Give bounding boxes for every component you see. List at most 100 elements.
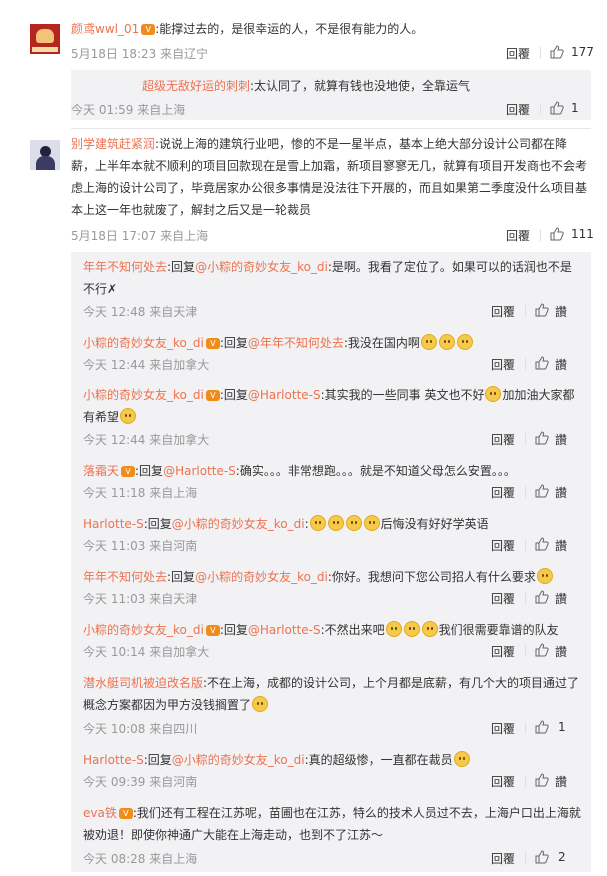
reply-button[interactable]: 回覆 (491, 720, 515, 737)
reply-meta: 今天 10:08 来自四川 (83, 722, 198, 736)
username-link[interactable]: 别学建筑赶紧润 (71, 137, 155, 151)
mention-link[interactable]: @年年不知何处去 (248, 336, 344, 350)
reply-button[interactable]: 回覆 (491, 643, 515, 660)
username-link[interactable]: Harlotte-S (83, 517, 144, 531)
like-count: 2 (558, 850, 566, 864)
like-count: 177 (571, 45, 594, 59)
thumb-up-icon[interactable] (535, 643, 549, 657)
reply-meta: 今天 12:48 来自天津 (83, 305, 198, 319)
emoji-icon (420, 334, 437, 350)
username-link[interactable]: 小粽的奇妙女友_ko_di (83, 388, 204, 402)
comment-meta: 5月18日 18:23 来自辽宁 (71, 47, 209, 61)
mention-link[interactable]: @小粽的奇妙女友_ko_di (195, 260, 328, 274)
reply-button[interactable]: 回覆 (491, 590, 515, 607)
reply-text: 落霜天 V:回复@Harlotte-S:确实。。。非常想跑。。。就是不知道父母怎么… (83, 460, 583, 482)
username-link[interactable]: eva铁 (83, 806, 117, 820)
reply-list: 超级无敌好运的刺刺:太认同了，就算有钱也没地使，全靠运气 今天 01:59 来自… (71, 70, 591, 120)
like-count: 111 (571, 227, 594, 241)
user-avatar[interactable] (30, 24, 60, 54)
reply-text: Harlotte-S:回复@小粽的奇妙女友_ko_di:真的超级惨，一直都在裁员 (83, 749, 583, 771)
like-label[interactable]: 讚 (555, 590, 567, 607)
comment-divider (71, 128, 591, 129)
thumb-up-icon[interactable] (535, 303, 549, 317)
reply-button[interactable]: 回覆 (491, 484, 515, 501)
divider (525, 539, 526, 551)
username-link[interactable]: Harlotte-S (83, 753, 144, 767)
like-count: 1 (571, 101, 579, 115)
reply-button[interactable]: 回覆 (506, 45, 530, 62)
thumb-up-icon[interactable] (535, 356, 549, 370)
like-label[interactable]: 讚 (555, 303, 567, 320)
thumb-up-icon[interactable] (550, 227, 564, 241)
reply-button[interactable]: 回覆 (491, 431, 515, 448)
thumb-up-icon[interactable] (535, 720, 549, 734)
reply-content: 后悔没有好好学英语 (380, 517, 489, 531)
reply-button[interactable]: 回覆 (491, 850, 515, 867)
mention-link[interactable]: @Harlotte-S (248, 623, 321, 637)
like-label[interactable]: 讚 (555, 643, 567, 660)
reply-meta: 今天 11:18 来自上海 (83, 486, 198, 500)
like-label[interactable]: 讚 (555, 356, 567, 373)
thumb-up-icon[interactable] (535, 537, 549, 551)
divider (525, 852, 526, 864)
vip-badge-icon: V (118, 808, 133, 819)
username-link[interactable]: 小粽的奇妙女友_ko_di (83, 336, 204, 350)
mention-link[interactable]: @小粽的奇妙女友_ko_di (195, 570, 328, 584)
divider (525, 645, 526, 657)
reply-button[interactable]: 回覆 (491, 356, 515, 373)
like-label[interactable]: 讚 (555, 537, 567, 554)
reply-button[interactable]: 回覆 (491, 537, 515, 554)
mention-link[interactable]: @小粽的奇妙女友_ko_di (172, 753, 305, 767)
username-link[interactable]: 年年不知何处去 (83, 570, 167, 584)
thumb-up-icon[interactable] (550, 45, 564, 59)
reply-text: eva铁 V:我们还有工程在江苏呢，苗圃也在江苏，特么的技术人员过不去，上海户口出… (83, 802, 583, 846)
reply-meta: 今天 08:28 来自上海 (83, 852, 198, 866)
username-link[interactable]: 年年不知何处去 (83, 260, 167, 274)
emoji-icon (453, 751, 470, 767)
emoji-icon (327, 515, 344, 531)
user-avatar[interactable] (30, 140, 60, 170)
username-link[interactable]: 潜水艇司机被迫改名版 (83, 676, 203, 690)
username-link[interactable]: 超级无敌好运的刺刺 (142, 79, 250, 93)
reply-content: 我们很需要靠谱的队友 (438, 623, 559, 637)
divider (525, 486, 526, 498)
username-link[interactable]: 小粽的奇妙女友_ko_di (83, 623, 204, 637)
like-label[interactable]: 讚 (555, 773, 567, 790)
divider (525, 358, 526, 370)
emoji-icon (403, 621, 420, 637)
emoji-icon (536, 568, 553, 584)
reply-button[interactable]: 回覆 (506, 227, 530, 244)
divider (525, 305, 526, 317)
divider (525, 775, 526, 787)
username-link[interactable]: 颜鸢wwl_01 (71, 22, 139, 36)
thumb-up-icon[interactable] (535, 773, 549, 787)
reply-text: 潜水艇司机被迫改名版:不在上海，成都的设计公司，上个月都是底薪，有几个大的项目通… (83, 672, 583, 716)
reply-text: Harlotte-S:回复@小粽的奇妙女友_ko_di: 后悔没有好好学英语 (83, 513, 583, 535)
mention-link[interactable]: @Harlotte-S (248, 388, 321, 402)
reply-word: :回复 (219, 388, 248, 402)
reply-button[interactable]: 回覆 (491, 303, 515, 320)
thumb-up-icon[interactable] (535, 850, 549, 864)
reply-button[interactable]: 回覆 (506, 101, 530, 118)
vip-badge-icon: V (121, 466, 136, 477)
mention-link[interactable]: @Harlotte-S (163, 464, 236, 478)
username-link[interactable]: 落霜天 (83, 464, 119, 478)
thumb-up-icon[interactable] (550, 101, 564, 115)
reply-word: :回复 (143, 517, 172, 531)
comment-meta: 5月18日 17:07 来自上海 (71, 229, 209, 243)
thumb-up-icon[interactable] (535, 590, 549, 604)
vip-badge-icon: V (205, 625, 220, 636)
thumb-up-icon[interactable] (535, 431, 549, 445)
emoji-icon (485, 386, 502, 402)
emoji-icon (363, 515, 380, 531)
like-label[interactable]: 讚 (555, 431, 567, 448)
emoji-icon (385, 621, 402, 637)
mention-link[interactable]: @小粽的奇妙女友_ko_di (172, 517, 305, 531)
reply-button[interactable]: 回覆 (491, 773, 515, 790)
thumb-up-icon[interactable] (535, 484, 549, 498)
like-label[interactable]: 讚 (555, 484, 567, 501)
vip-badge-icon: V (141, 24, 156, 35)
reply-meta: 今天 09:39 来自河南 (83, 775, 198, 789)
like-count: 1 (558, 720, 566, 734)
reply-meta: 今天 12:44 来自加拿大 (83, 433, 210, 447)
